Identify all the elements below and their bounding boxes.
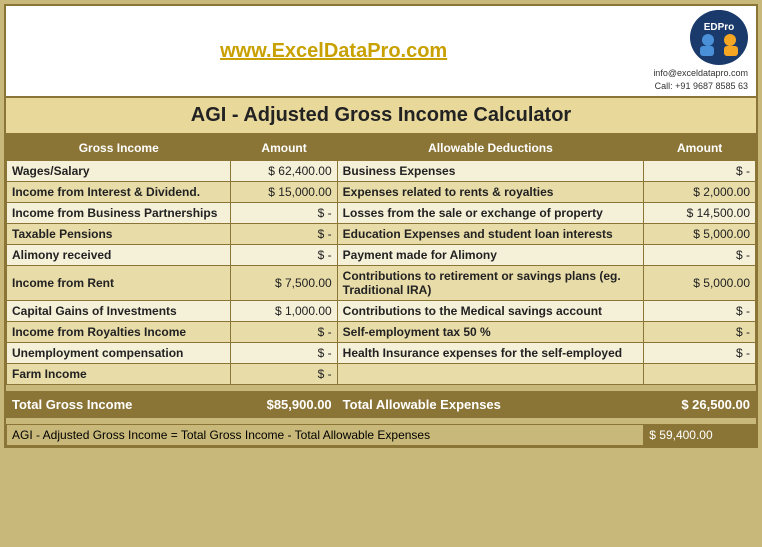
- gross-income-label: Taxable Pensions: [7, 224, 231, 245]
- table-row: Wages/Salary$ 62,400.00Business Expenses…: [7, 161, 756, 182]
- gross-income-label: Wages/Salary: [7, 161, 231, 182]
- total-deduct-label: Total Allowable Expenses: [337, 392, 644, 418]
- deduction-label: Payment made for Alimony: [337, 245, 644, 266]
- gross-income-amount: $ -: [231, 364, 337, 385]
- deduction-label: [337, 364, 644, 385]
- header-url: www.ExcelDataPro.com: [14, 40, 653, 63]
- col-header-deductions: Allowable Deductions: [337, 136, 644, 161]
- deduction-label: Business Expenses: [337, 161, 644, 182]
- total-gross-amount: $85,900.00: [231, 392, 337, 418]
- spacer: [7, 385, 756, 392]
- gross-income-label: Unemployment compensation: [7, 343, 231, 364]
- gross-income-label: Income from Interest & Dividend.: [7, 182, 231, 203]
- total-deduct-amount: $ 26,500.00: [644, 392, 756, 418]
- deduction-amount: $ 14,500.00: [644, 203, 756, 224]
- main-wrapper: www.ExcelDataPro.com EDPro info@exceldat…: [0, 0, 762, 452]
- gross-income-amount: $ 7,500.00: [231, 266, 337, 301]
- table-row: Alimony received$ -Payment made for Alim…: [7, 245, 756, 266]
- gross-income-amount: $ -: [231, 224, 337, 245]
- deduction-label: Expenses related to rents & royalties: [337, 182, 644, 203]
- deduction-amount: $ 5,000.00: [644, 266, 756, 301]
- col-header-gross: Gross Income: [7, 136, 231, 161]
- deduction-label: Self-employment tax 50 %: [337, 322, 644, 343]
- deduction-amount: $ -: [644, 343, 756, 364]
- gross-income-amount: $ 1,000.00: [231, 301, 337, 322]
- logo-icon: EDPro: [690, 10, 748, 65]
- table-row: Income from Interest & Dividend.$ 15,000…: [7, 182, 756, 203]
- deduction-amount: $ 2,000.00: [644, 182, 756, 203]
- deduction-amount: $ -: [644, 161, 756, 182]
- gross-income-label: Income from Royalties Income: [7, 322, 231, 343]
- agi-result-row: AGI - Adjusted Gross Income = Total Gros…: [7, 425, 756, 446]
- svg-text:EDPro: EDPro: [704, 22, 735, 33]
- gross-income-amount: $ -: [231, 203, 337, 224]
- deduction-amount: $ 5,000.00: [644, 224, 756, 245]
- deduction-amount: $ -: [644, 245, 756, 266]
- gross-income-amount: $ -: [231, 322, 337, 343]
- deduction-amount: $ -: [644, 301, 756, 322]
- table-row: Unemployment compensation$ -Health Insur…: [7, 343, 756, 364]
- gross-income-amount: $ 15,000.00: [231, 182, 337, 203]
- deduction-label: Education Expenses and student loan inte…: [337, 224, 644, 245]
- table-row: Taxable Pensions$ -Education Expenses an…: [7, 224, 756, 245]
- table-wrapper: Gross Income Amount Allowable Deductions…: [4, 135, 758, 448]
- gross-income-label: Income from Rent: [7, 266, 231, 301]
- deduction-label: Contributions to the Medical savings acc…: [337, 301, 644, 322]
- total-gross-label: Total Gross Income: [7, 392, 231, 418]
- table-row: Income from Royalties Income$ -Self-empl…: [7, 322, 756, 343]
- gross-income-label: Farm Income: [7, 364, 231, 385]
- deduction-label: Health Insurance expenses for the self-e…: [337, 343, 644, 364]
- header-title-block: www.ExcelDataPro.com: [14, 40, 653, 63]
- agi-formula: AGI - Adjusted Gross Income = Total Gros…: [7, 425, 644, 446]
- header-section: www.ExcelDataPro.com EDPro info@exceldat…: [4, 4, 758, 98]
- deduction-label: Losses from the sale or exchange of prop…: [337, 203, 644, 224]
- gross-income-label: Income from Business Partnerships: [7, 203, 231, 224]
- table-row: Farm Income$ -: [7, 364, 756, 385]
- gross-income-label: Alimony received: [7, 245, 231, 266]
- col-header-amount2: Amount: [644, 136, 756, 161]
- table-row: Income from Business Partnerships$ -Loss…: [7, 203, 756, 224]
- gross-income-amount: $ 62,400.00: [231, 161, 337, 182]
- deduction-amount: $ -: [644, 322, 756, 343]
- deduction-amount: [644, 364, 756, 385]
- totals-row: Total Gross Income $85,900.00 Total Allo…: [7, 392, 756, 418]
- agi-result: $ 59,400.00: [644, 425, 756, 446]
- gross-income-label: Capital Gains of Investments: [7, 301, 231, 322]
- main-title: AGI - Adjusted Gross Income Calculator: [10, 104, 752, 127]
- table-row: Income from Rent$ 7,500.00Contributions …: [7, 266, 756, 301]
- contact-info: info@exceldatapro.com Call: +91 9687 858…: [653, 67, 748, 92]
- agi-table: Gross Income Amount Allowable Deductions…: [6, 135, 756, 446]
- gross-income-amount: $ -: [231, 343, 337, 364]
- table-row: Capital Gains of Investments$ 1,000.00Co…: [7, 301, 756, 322]
- main-title-row: AGI - Adjusted Gross Income Calculator: [4, 98, 758, 135]
- spacer2: [7, 418, 756, 425]
- gross-income-amount: $ -: [231, 245, 337, 266]
- deduction-label: Contributions to retirement or savings p…: [337, 266, 644, 301]
- col-header-amount1: Amount: [231, 136, 337, 161]
